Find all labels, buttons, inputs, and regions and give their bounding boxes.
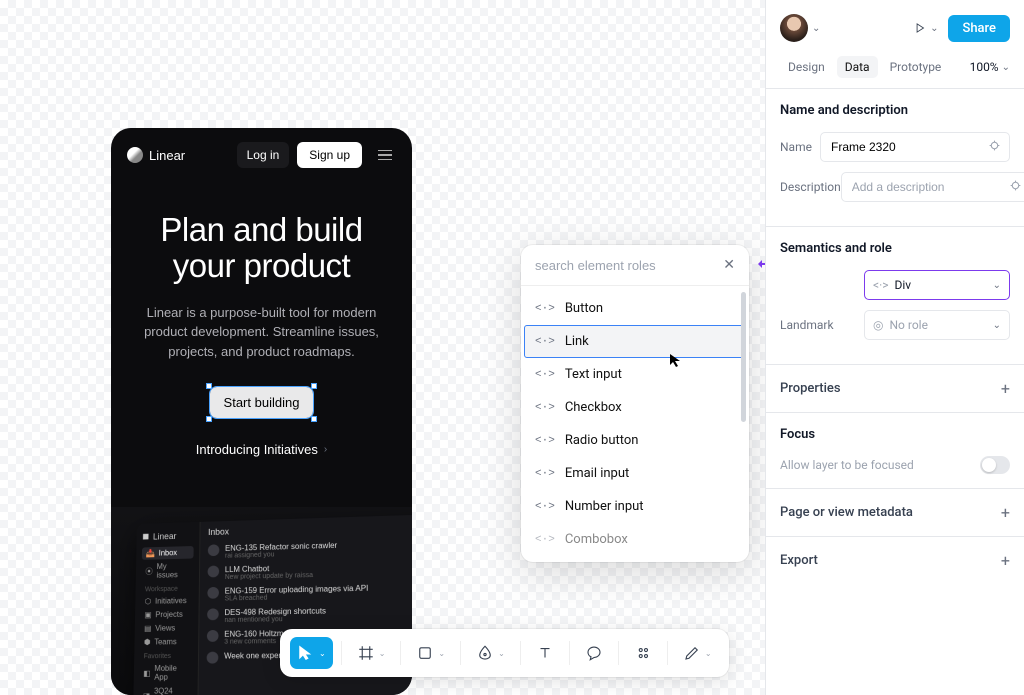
element-role-popover: ✕ <·>Button <·>Link <·>Text input <·>Che… (521, 245, 749, 562)
hamburger-icon[interactable] (374, 146, 396, 165)
role-option-number[interactable]: <·>Number input (521, 490, 749, 523)
desc-label: Description (780, 180, 841, 194)
mobile-login-button[interactable]: Log in (237, 142, 290, 168)
tool-rect[interactable]: ⌄ (409, 637, 452, 669)
mobile-subhead: Linear is a purpose-built tool for moder… (135, 303, 388, 362)
start-building-button[interactable]: Start building (210, 387, 314, 418)
desc-field[interactable] (850, 179, 1009, 195)
mobile-signup-button[interactable]: Sign up (297, 142, 362, 168)
role-option-email[interactable]: <·>Email input (521, 457, 749, 490)
name-label: Name (780, 140, 820, 154)
plus-icon[interactable]: + (1001, 503, 1010, 522)
scrollbar[interactable] (741, 292, 746, 422)
properties-section[interactable]: Properties + (766, 364, 1024, 412)
focus-toggle[interactable] (980, 456, 1010, 474)
focus-heading: Focus (780, 427, 1010, 442)
role-option-checkbox[interactable]: <·>Checkbox (521, 391, 749, 424)
tool-chat[interactable] (578, 637, 610, 669)
landmark-select[interactable]: ◎ No role ⌄ (864, 310, 1010, 340)
landmark-label: Landmark (780, 318, 864, 332)
tool-text[interactable] (529, 637, 561, 669)
name-field[interactable] (829, 139, 988, 155)
mobile-logo: Linear (127, 147, 185, 163)
mobile-frame[interactable]: Linear Log in Sign up Plan and build you… (111, 128, 412, 695)
tool-frame[interactable]: ⌄ (350, 637, 393, 669)
chevron-down-icon: ⌄ (812, 23, 820, 34)
inspector-panel: ⌄ ⌄ Share Design Data Prototype 100%⌄ Na… (765, 0, 1024, 695)
target-icon[interactable] (988, 139, 1001, 156)
role-option-radio[interactable]: <·>Radio button (521, 424, 749, 457)
tab-design[interactable]: Design (780, 56, 833, 78)
name-desc-heading: Name and description (780, 103, 1010, 118)
tool-move[interactable]: ⌄ (290, 637, 333, 669)
bottom-toolbar: ⌄ ⌄ ⌄ ⌄ (280, 629, 729, 677)
tool-pen[interactable]: ⌄ (469, 637, 512, 669)
plus-icon[interactable]: + (1001, 379, 1010, 398)
zoom-select[interactable]: 100%⌄ (970, 60, 1010, 74)
user-menu[interactable]: ⌄ (780, 14, 820, 42)
role-option-text-input[interactable]: <·>Text input (521, 358, 749, 391)
linear-logo-icon (127, 147, 143, 163)
canvas[interactable]: Linear Log in Sign up Plan and build you… (0, 0, 765, 695)
mobile-intro-link[interactable]: Introducing Initiatives› (129, 442, 394, 457)
plus-icon[interactable]: + (1001, 551, 1010, 570)
role-option-button[interactable]: <·>Button (521, 292, 749, 325)
element-role-select[interactable]: <·> Div ⌄ (864, 270, 1010, 300)
avatar (780, 14, 808, 42)
tab-prototype[interactable]: Prototype (882, 56, 950, 78)
role-option-combobox[interactable]: <·>Combobox (521, 523, 749, 556)
close-icon[interactable]: ✕ (721, 255, 737, 275)
page-meta-section[interactable]: Page or view metadata + (766, 488, 1024, 536)
mobile-headline: Plan and build your product (129, 212, 394, 285)
target-icon[interactable] (1009, 179, 1022, 196)
present-button[interactable]: ⌄ (913, 21, 938, 35)
tool-ai[interactable] (627, 637, 659, 669)
focus-label: Allow layer to be focused (780, 458, 914, 472)
tool-pencil[interactable]: ⌄ (676, 637, 719, 669)
mobile-brand: Linear (149, 148, 185, 163)
chevron-down-icon: ⌄ (993, 320, 1001, 331)
tab-data[interactable]: Data (837, 56, 878, 78)
role-option-link[interactable]: <·>Link (524, 325, 746, 358)
role-search-input[interactable] (533, 257, 721, 274)
cursor-icon (668, 352, 684, 368)
export-section[interactable]: Export + (766, 536, 1024, 584)
share-button[interactable]: Share (948, 15, 1010, 42)
semantics-heading: Semantics and role (780, 241, 1010, 256)
chevron-down-icon: ⌄ (993, 280, 1001, 291)
